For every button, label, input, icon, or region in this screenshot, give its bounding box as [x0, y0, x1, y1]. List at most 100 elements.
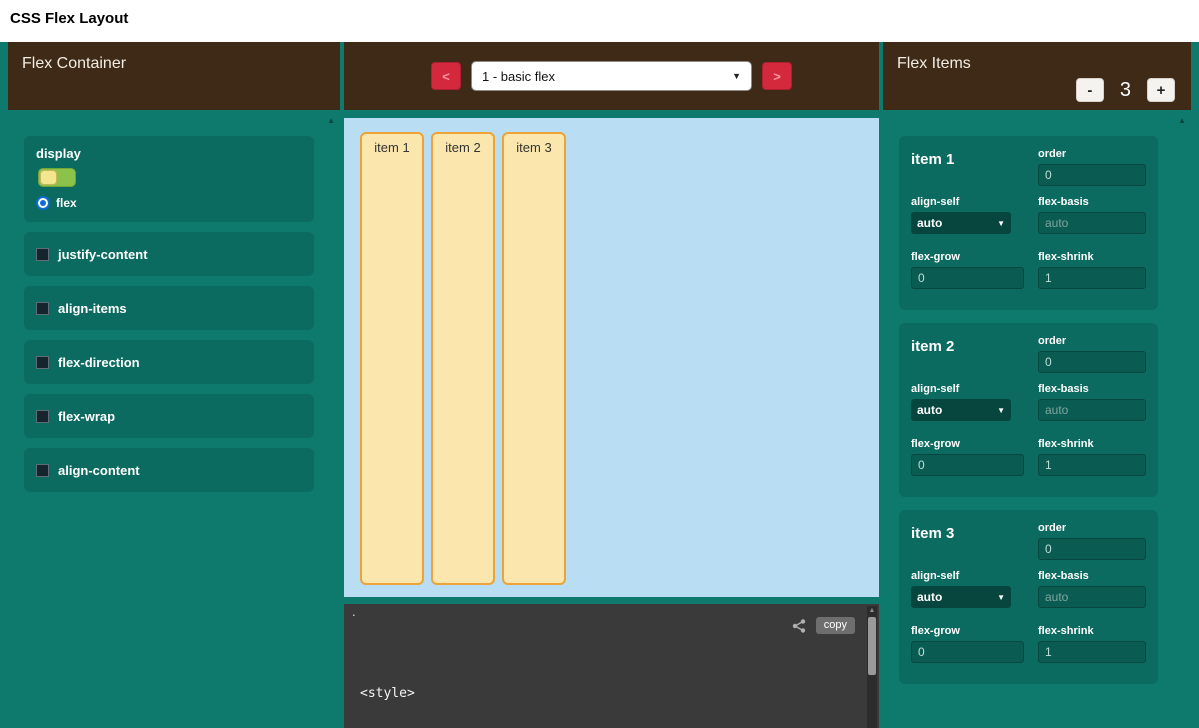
- flex-grow-field: flex-grow: [911, 438, 1024, 485]
- align-items-checkbox[interactable]: [36, 302, 49, 315]
- option-justify-content[interactable]: justify-content: [24, 232, 314, 276]
- align-self-select[interactable]: auto ▼: [911, 586, 1011, 608]
- scroll-up-icon[interactable]: ▲: [867, 606, 877, 616]
- flex-wrap-checkbox[interactable]: [36, 410, 49, 423]
- field-label: flex-grow: [911, 625, 1024, 637]
- field-label: align-self: [911, 570, 1024, 582]
- flex-item-settings-panel: item 2 order align-self auto ▼ flex-basi…: [899, 323, 1158, 497]
- flex-grow-input[interactable]: [911, 641, 1024, 663]
- code-scrollbar[interactable]: ▲: [867, 606, 877, 728]
- add-item-button[interactable]: +: [1147, 78, 1175, 102]
- flex-basis-field: flex-basis: [1038, 383, 1146, 430]
- flex-items-header: Flex Items - 3 +: [883, 42, 1191, 110]
- option-flex-direction[interactable]: flex-direction: [24, 340, 314, 384]
- scroll-up-icon[interactable]: ▲: [327, 116, 335, 125]
- flex-items-body: ▲ item 1 order align-self auto ▼ flex-ba…: [883, 110, 1191, 728]
- flex-preview-item: item 2: [431, 132, 495, 585]
- flex-shrink-input[interactable]: [1038, 267, 1146, 289]
- preview-column: < 1 - basic flex ▼ > item 1 item 2 item …: [344, 42, 879, 728]
- field-label: flex-grow: [911, 251, 1024, 263]
- flex-basis-input[interactable]: [1038, 212, 1146, 234]
- code-toolbar: copy: [791, 617, 855, 634]
- item-heading: item 1: [911, 148, 1024, 188]
- field-label: align-self: [911, 196, 1024, 208]
- align-self-select[interactable]: auto ▼: [911, 399, 1011, 421]
- align-self-value: auto: [917, 403, 942, 417]
- option-align-content[interactable]: align-content: [24, 448, 314, 492]
- option-label: flex-wrap: [58, 409, 115, 424]
- field-label: order: [1038, 148, 1146, 160]
- field-label: flex-shrink: [1038, 438, 1146, 450]
- flex-grow-field: flex-grow: [911, 625, 1024, 672]
- code-dot: .: [352, 604, 356, 619]
- display-option-box: display flex: [24, 136, 314, 222]
- flex-container-column: Flex Container ▲ display flex justify-co…: [8, 42, 340, 728]
- flex-basis-field: flex-basis: [1038, 196, 1146, 243]
- flex-preview-area: item 1 item 2 item 3: [344, 118, 879, 597]
- option-flex-wrap[interactable]: flex-wrap: [24, 394, 314, 438]
- flex-radio[interactable]: [36, 196, 50, 210]
- align-self-value: auto: [917, 590, 942, 604]
- align-self-field: align-self auto ▼: [911, 196, 1024, 243]
- field-label: order: [1038, 522, 1146, 534]
- item-count: 3: [1120, 79, 1131, 102]
- field-label: align-self: [911, 383, 1024, 395]
- align-self-select[interactable]: auto ▼: [911, 212, 1011, 234]
- flex-preview-item: item 1: [360, 132, 424, 585]
- option-label: align-content: [58, 463, 140, 478]
- align-content-checkbox[interactable]: [36, 464, 49, 477]
- flex-items-column: Flex Items - 3 + ▲ item 1 order align-se…: [883, 42, 1191, 728]
- display-option-label: display: [36, 146, 302, 161]
- flex-shrink-input[interactable]: [1038, 641, 1146, 663]
- flex-shrink-field: flex-shrink: [1038, 625, 1146, 672]
- order-field: order: [1038, 148, 1146, 188]
- field-label: order: [1038, 335, 1146, 347]
- flex-grow-input[interactable]: [911, 267, 1024, 289]
- order-input[interactable]: [1038, 351, 1146, 373]
- item-count-controls: - 3 +: [1076, 78, 1175, 102]
- flex-shrink-field: flex-shrink: [1038, 251, 1146, 298]
- chevron-down-icon: ▼: [997, 406, 1005, 415]
- flex-item-settings-panel: item 3 order align-self auto ▼ flex-basi…: [899, 510, 1158, 684]
- chevron-down-icon: ▼: [997, 593, 1005, 602]
- order-input[interactable]: [1038, 538, 1146, 560]
- order-field: order: [1038, 522, 1146, 562]
- flex-basis-input[interactable]: [1038, 399, 1146, 421]
- next-example-button[interactable]: >: [762, 62, 792, 90]
- flex-preview-item: item 3: [502, 132, 566, 585]
- flex-container-body: ▲ display flex justify-content align-ite…: [8, 110, 340, 728]
- order-input[interactable]: [1038, 164, 1146, 186]
- option-label: align-items: [58, 301, 127, 316]
- scroll-up-icon[interactable]: ▲: [1178, 116, 1186, 125]
- example-picker-bar: < 1 - basic flex ▼ >: [344, 42, 879, 110]
- scrollbar-thumb[interactable]: [868, 617, 876, 675]
- main-area: Flex Container ▲ display flex justify-co…: [0, 42, 1199, 728]
- prev-example-button[interactable]: <: [431, 62, 461, 90]
- flex-radio-label: flex: [56, 196, 77, 210]
- justify-content-checkbox[interactable]: [36, 248, 49, 261]
- toggle-knob-icon: [40, 170, 57, 185]
- display-toggle[interactable]: [38, 168, 76, 187]
- field-label: flex-basis: [1038, 196, 1146, 208]
- flex-shrink-input[interactable]: [1038, 454, 1146, 476]
- flex-container-header: Flex Container: [8, 42, 340, 110]
- flex-grow-input[interactable]: [911, 454, 1024, 476]
- option-align-items[interactable]: align-items: [24, 286, 314, 330]
- flex-direction-checkbox[interactable]: [36, 356, 49, 369]
- flex-basis-field: flex-basis: [1038, 570, 1146, 617]
- align-self-field: align-self auto ▼: [911, 383, 1024, 430]
- flex-basis-input[interactable]: [1038, 586, 1146, 608]
- remove-item-button[interactable]: -: [1076, 78, 1104, 102]
- align-self-value: auto: [917, 216, 942, 230]
- copy-button[interactable]: copy: [816, 617, 855, 634]
- flex-container-title: Flex Container: [8, 42, 340, 86]
- share-icon[interactable]: [791, 618, 807, 634]
- display-flex-radio-row: flex: [36, 196, 302, 210]
- chevron-down-icon: ▼: [997, 219, 1005, 228]
- example-select[interactable]: 1 - basic flex ▼: [471, 61, 752, 91]
- field-label: flex-shrink: [1038, 625, 1146, 637]
- chevron-down-icon: ▼: [732, 71, 741, 81]
- field-label: flex-basis: [1038, 570, 1146, 582]
- field-label: flex-grow: [911, 438, 1024, 450]
- option-label: justify-content: [58, 247, 148, 262]
